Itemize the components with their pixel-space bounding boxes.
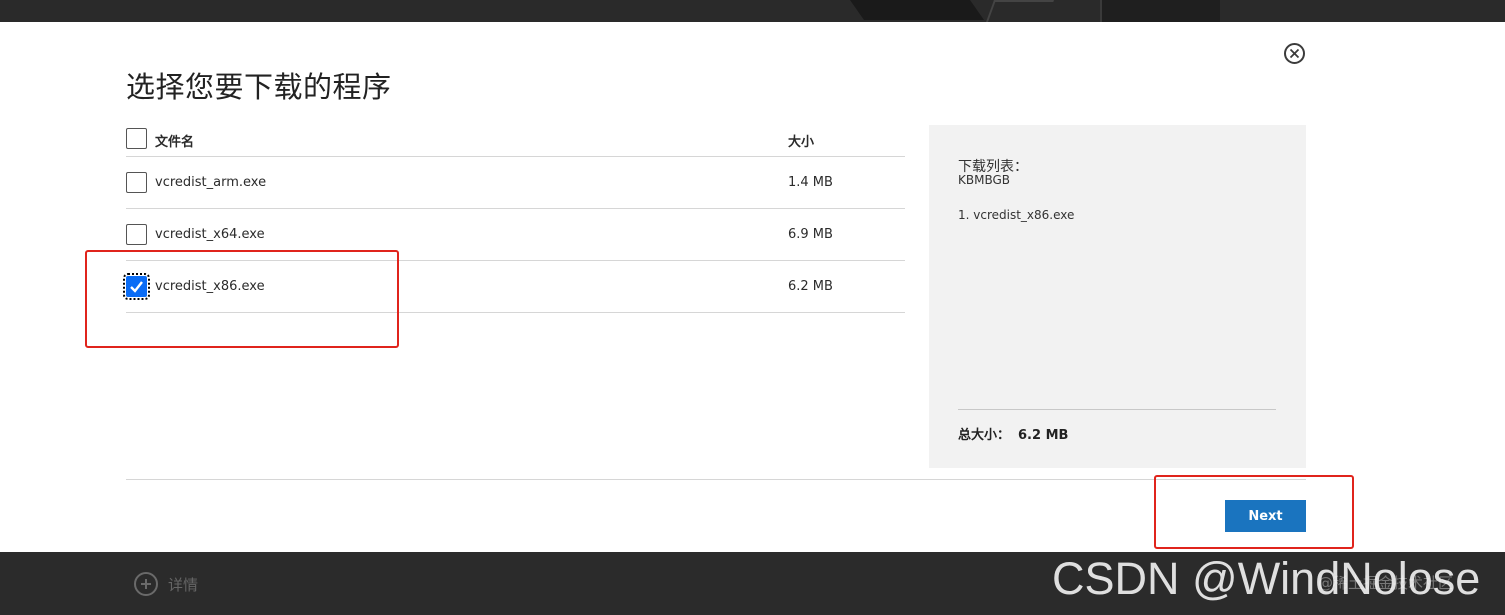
table-row[interactable]: vcredist_x64.exe 6.9 MB [126, 209, 905, 261]
total-size-value: 6.2 MB [1018, 428, 1069, 443]
file-table: 文件名 大小 vcredist_arm.exe 1.4 MB vcredist_… [123, 124, 905, 313]
banner-graphic [1100, 0, 1220, 22]
checkmark-icon [130, 281, 143, 293]
file-size: 6.2 MB [788, 279, 833, 294]
top-banner [0, 0, 1505, 22]
column-header-size: 大小 [788, 135, 815, 150]
download-list-units: KBMBGB [958, 173, 1011, 187]
banner-graphic [985, 0, 1055, 22]
dialog-title: 选择您要下载的程序 [126, 70, 392, 104]
download-list-item: 1. vcredist_x86.exe [958, 208, 1075, 222]
table-row[interactable]: vcredist_arm.exe 1.4 MB [126, 157, 905, 209]
banner-graphic [835, 0, 985, 20]
column-header-name: 文件名 [155, 135, 195, 150]
details-label[interactable]: 详情 [168, 574, 198, 595]
file-name: vcredist_x86.exe [155, 279, 265, 294]
divider [958, 409, 1276, 410]
select-all-checkbox[interactable] [126, 128, 147, 149]
file-checkbox[interactable] [126, 224, 147, 245]
next-button[interactable]: Next [1225, 500, 1306, 532]
file-name: vcredist_x64.exe [155, 227, 265, 242]
download-list-panel: 下载列表： KBMBGB 1. vcredist_x86.exe 总大小： 6.2… [929, 125, 1306, 468]
file-size: 1.4 MB [788, 175, 833, 190]
table-row[interactable]: vcredist_x86.exe 6.2 MB [123, 261, 905, 313]
total-size: 总大小： 6.2 MB [958, 424, 1068, 443]
table-header: 文件名 大小 [126, 124, 905, 157]
total-size-label: 总大小： [958, 428, 1011, 443]
file-size: 6.9 MB [788, 227, 833, 242]
plus-circle-icon[interactable] [134, 572, 158, 596]
file-checkbox-checked[interactable] [123, 273, 150, 300]
watermark: CSDN @WindNolose [1052, 553, 1481, 604]
divider [126, 479, 1306, 480]
file-checkbox[interactable] [126, 172, 147, 193]
file-name: vcredist_arm.exe [155, 175, 267, 190]
close-icon[interactable] [1284, 43, 1305, 64]
download-dialog: 选择您要下载的程序 文件名 大小 vcredist_arm.exe 1.4 MB… [0, 22, 1505, 552]
